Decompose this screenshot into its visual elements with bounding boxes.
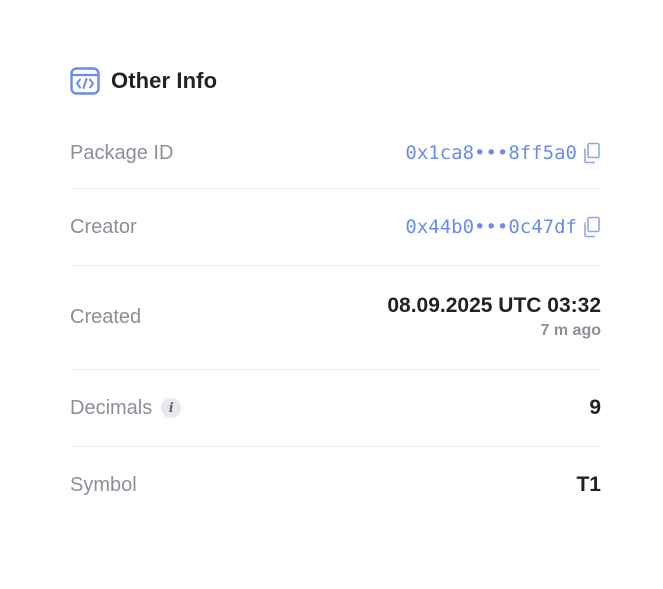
decimals-label: Decimals	[70, 396, 153, 419]
symbol-label: Symbol	[70, 473, 137, 496]
decimals-value: 9	[589, 396, 601, 419]
package-id-value[interactable]: 0x1ca8•••8ff5a0	[405, 142, 601, 164]
created-row: Created 08.09.2025 UTC 03:32 7 m ago	[70, 266, 601, 370]
creator-row: Creator 0x44b0•••0c47df	[70, 189, 601, 266]
symbol-row: Symbol T1	[70, 447, 601, 523]
creator-link[interactable]: 0x44b0•••0c47df	[405, 216, 577, 238]
creator-value[interactable]: 0x44b0•••0c47df	[405, 216, 601, 238]
section-header: Other Info	[70, 66, 601, 96]
info-icon[interactable]: i	[161, 398, 182, 418]
package-id-row: Package ID 0x1ca8•••8ff5a0	[70, 118, 601, 189]
copy-icon[interactable]	[583, 216, 601, 238]
copy-icon[interactable]	[583, 142, 601, 164]
package-id-label: Package ID	[70, 141, 174, 164]
created-relative-time: 7 m ago	[540, 321, 601, 339]
code-window-icon	[70, 67, 100, 95]
created-timestamp: 08.09.2025 UTC 03:32	[387, 293, 601, 317]
package-id-link[interactable]: 0x1ca8•••8ff5a0	[405, 142, 577, 164]
other-info-panel: Other Info Package ID 0x1ca8•••8ff5a0 Cr…	[70, 66, 601, 523]
decimals-row: Decimals i 9	[70, 370, 601, 447]
symbol-value: T1	[576, 473, 601, 496]
created-value: 08.09.2025 UTC 03:32 7 m ago	[387, 293, 601, 343]
creator-label: Creator	[70, 215, 137, 238]
section-title: Other Info	[111, 68, 218, 93]
created-label: Created	[70, 306, 142, 328]
decimals-label-group: Decimals i	[70, 396, 182, 420]
